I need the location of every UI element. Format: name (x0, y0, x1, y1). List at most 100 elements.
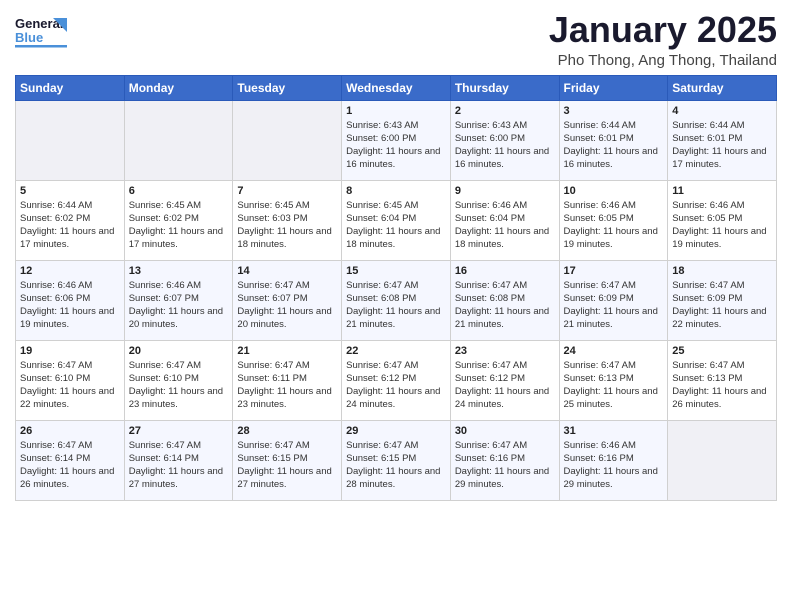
day-info: Sunrise: 6:47 AM Sunset: 6:10 PM Dayligh… (20, 359, 120, 412)
day-info: Sunrise: 6:47 AM Sunset: 6:09 PM Dayligh… (672, 279, 772, 332)
day-info: Sunrise: 6:46 AM Sunset: 6:07 PM Dayligh… (129, 279, 229, 332)
day-cell: 20Sunrise: 6:47 AM Sunset: 6:10 PM Dayli… (124, 340, 233, 420)
day-cell: 27 Sunrise: 6:47 AM Sunset: 6:14 PM Dayli… (124, 420, 233, 500)
day-number: 27 (129, 425, 229, 437)
day-info: Sunrise: 6:47 AM Sunset: 6:13 PM Dayligh… (672, 359, 772, 412)
day-cell: 9 Sunrise: 6:46 AM Sunset: 6:04 PM Daylig… (450, 180, 559, 260)
week-row-2: 5 Sunrise: 6:44 AM Sunset: 6:02 PM Daylig… (16, 180, 777, 260)
day-number: 28 (237, 425, 337, 437)
day-cell: 10 Sunrise: 6:46 AM Sunset: 6:05 PM Dayli… (559, 180, 668, 260)
day-cell: 3Sunrise: 6:44 AM Sunset: 6:01 PM Daylig… (559, 100, 668, 180)
day-info: Sunrise: 6:47 AM Sunset: 6:08 PM Dayligh… (346, 279, 446, 332)
day-number: 24 (564, 345, 664, 357)
day-info: Sunrise: 6:43 AM Sunset: 6:00 PM Dayligh… (455, 119, 555, 172)
day-info: Sunrise: 6:44 AM Sunset: 6:01 PM Dayligh… (672, 119, 772, 172)
day-info: Sunrise: 6:46 AM Sunset: 6:06 PM Dayligh… (20, 279, 120, 332)
day-info: Sunrise: 6:46 AM Sunset: 6:04 PM Dayligh… (455, 199, 555, 252)
day-number: 5 (20, 185, 120, 197)
day-number: 13 (129, 265, 229, 277)
logo: General Blue (15, 10, 67, 54)
svg-text:Blue: Blue (15, 30, 43, 45)
day-info: Sunrise: 6:47 AM Sunset: 6:15 PM Dayligh… (346, 439, 446, 492)
day-cell: 30Sunrise: 6:47 AM Sunset: 6:16 PM Dayli… (450, 420, 559, 500)
day-cell: 6 Sunrise: 6:45 AM Sunset: 6:02 PM Daylig… (124, 180, 233, 260)
day-cell: 7 Sunrise: 6:45 AM Sunset: 6:03 PM Daylig… (233, 180, 342, 260)
day-number: 9 (455, 185, 555, 197)
day-number: 19 (20, 345, 120, 357)
day-cell: 29Sunrise: 6:47 AM Sunset: 6:15 PM Dayli… (342, 420, 451, 500)
day-cell: 31Sunrise: 6:46 AM Sunset: 6:16 PM Dayli… (559, 420, 668, 500)
day-cell (233, 100, 342, 180)
day-cell: 12 Sunrise: 6:46 AM Sunset: 6:06 PM Dayli… (16, 260, 125, 340)
day-cell: 13 Sunrise: 6:46 AM Sunset: 6:07 PM Dayli… (124, 260, 233, 340)
day-cell: 4Sunrise: 6:44 AM Sunset: 6:01 PM Daylig… (668, 100, 777, 180)
header-row: Sunday Monday Tuesday Wednesday Thursday… (16, 75, 777, 100)
day-cell: 22Sunrise: 6:47 AM Sunset: 6:12 PM Dayli… (342, 340, 451, 420)
day-info: Sunrise: 6:47 AM Sunset: 6:13 PM Dayligh… (564, 359, 664, 412)
day-number: 20 (129, 345, 229, 357)
day-info: Sunrise: 6:43 AM Sunset: 6:00 PM Dayligh… (346, 119, 446, 172)
day-number: 10 (564, 185, 664, 197)
day-cell: 15 Sunrise: 6:47 AM Sunset: 6:08 PM Dayli… (342, 260, 451, 340)
col-thursday: Thursday (450, 75, 559, 100)
day-info: Sunrise: 6:47 AM Sunset: 6:07 PM Dayligh… (237, 279, 337, 332)
day-cell: 21 Sunrise: 6:47 AM Sunset: 6:11 PM Dayli… (233, 340, 342, 420)
day-info: Sunrise: 6:46 AM Sunset: 6:05 PM Dayligh… (564, 199, 664, 252)
col-tuesday: Tuesday (233, 75, 342, 100)
day-info: Sunrise: 6:44 AM Sunset: 6:02 PM Dayligh… (20, 199, 120, 252)
day-info: Sunrise: 6:47 AM Sunset: 6:14 PM Dayligh… (20, 439, 120, 492)
day-info: Sunrise: 6:47 AM Sunset: 6:11 PM Dayligh… (237, 359, 337, 412)
day-number: 16 (455, 265, 555, 277)
col-wednesday: Wednesday (342, 75, 451, 100)
col-monday: Monday (124, 75, 233, 100)
day-cell (124, 100, 233, 180)
day-cell: 16 Sunrise: 6:47 AM Sunset: 6:08 PM Dayli… (450, 260, 559, 340)
day-cell: 11Sunrise: 6:46 AM Sunset: 6:05 PM Dayli… (668, 180, 777, 260)
day-number: 15 (346, 265, 446, 277)
day-number: 1 (346, 105, 446, 117)
col-sunday: Sunday (16, 75, 125, 100)
day-info: Sunrise: 6:47 AM Sunset: 6:09 PM Dayligh… (564, 279, 664, 332)
day-cell: 19 Sunrise: 6:47 AM Sunset: 6:10 PM Dayli… (16, 340, 125, 420)
day-cell: 18Sunrise: 6:47 AM Sunset: 6:09 PM Dayli… (668, 260, 777, 340)
day-info: Sunrise: 6:45 AM Sunset: 6:03 PM Dayligh… (237, 199, 337, 252)
day-cell: 17Sunrise: 6:47 AM Sunset: 6:09 PM Dayli… (559, 260, 668, 340)
col-friday: Friday (559, 75, 668, 100)
day-info: Sunrise: 6:47 AM Sunset: 6:08 PM Dayligh… (455, 279, 555, 332)
day-info: Sunrise: 6:47 AM Sunset: 6:14 PM Dayligh… (129, 439, 229, 492)
day-cell: 28 Sunrise: 6:47 AM Sunset: 6:15 PM Dayli… (233, 420, 342, 500)
location-subtitle: Pho Thong, Ang Thong, Thailand (549, 52, 777, 69)
day-number: 21 (237, 345, 337, 357)
day-cell: 8 Sunrise: 6:45 AM Sunset: 6:04 PM Daylig… (342, 180, 451, 260)
month-title: January 2025 (549, 10, 777, 50)
day-number: 2 (455, 105, 555, 117)
day-number: 6 (129, 185, 229, 197)
day-cell (16, 100, 125, 180)
day-cell: 1 Sunrise: 6:43 AM Sunset: 6:00 PM Daylig… (342, 100, 451, 180)
day-info: Sunrise: 6:47 AM Sunset: 6:12 PM Dayligh… (455, 359, 555, 412)
day-info: Sunrise: 6:45 AM Sunset: 6:04 PM Dayligh… (346, 199, 446, 252)
day-info: Sunrise: 6:47 AM Sunset: 6:16 PM Dayligh… (455, 439, 555, 492)
week-row-3: 12 Sunrise: 6:46 AM Sunset: 6:06 PM Dayli… (16, 260, 777, 340)
day-info: Sunrise: 6:46 AM Sunset: 6:05 PM Dayligh… (672, 199, 772, 252)
week-row-1: 1 Sunrise: 6:43 AM Sunset: 6:00 PM Daylig… (16, 100, 777, 180)
day-number: 31 (564, 425, 664, 437)
day-number: 12 (20, 265, 120, 277)
logo-icon: General Blue (15, 10, 67, 54)
day-number: 26 (20, 425, 120, 437)
header: General Blue January 2025 Pho Thong, Ang… (15, 10, 777, 69)
day-number: 7 (237, 185, 337, 197)
day-info: Sunrise: 6:45 AM Sunset: 6:02 PM Dayligh… (129, 199, 229, 252)
day-info: Sunrise: 6:47 AM Sunset: 6:15 PM Dayligh… (237, 439, 337, 492)
day-info: Sunrise: 6:44 AM Sunset: 6:01 PM Dayligh… (564, 119, 664, 172)
day-number: 23 (455, 345, 555, 357)
day-info: Sunrise: 6:47 AM Sunset: 6:12 PM Dayligh… (346, 359, 446, 412)
col-saturday: Saturday (668, 75, 777, 100)
page: General Blue January 2025 Pho Thong, Ang… (0, 0, 792, 612)
day-cell (668, 420, 777, 500)
week-row-5: 26 Sunrise: 6:47 AM Sunset: 6:14 PM Dayli… (16, 420, 777, 500)
day-number: 8 (346, 185, 446, 197)
day-number: 25 (672, 345, 772, 357)
day-cell: 23 Sunrise: 6:47 AM Sunset: 6:12 PM Dayli… (450, 340, 559, 420)
day-cell: 5 Sunrise: 6:44 AM Sunset: 6:02 PM Daylig… (16, 180, 125, 260)
